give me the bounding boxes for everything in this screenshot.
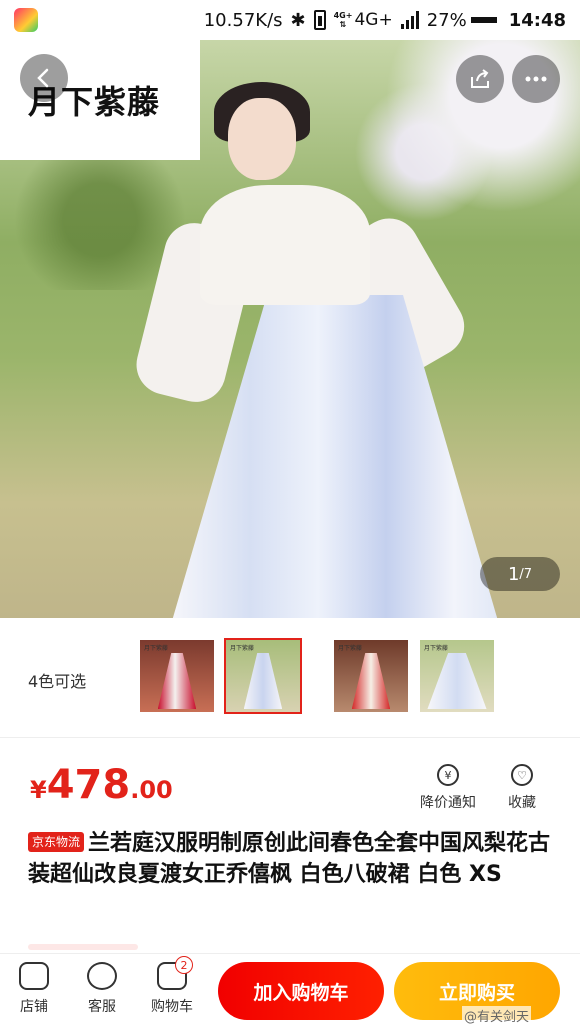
more-dots-icon xyxy=(525,76,547,82)
customer-service-button[interactable]: 客服 xyxy=(72,962,132,1016)
favorite-button[interactable]: ♡ 收藏 xyxy=(508,764,536,812)
model-face-image xyxy=(228,98,296,180)
yen-bell-icon: ¥ xyxy=(437,764,459,786)
price-decimal: .00 xyxy=(130,776,173,804)
cart-button[interactable]: 2 购物车 xyxy=(142,956,202,1016)
product-title-block: 京东物流 兰若庭汉服明制原创此间春色全套中国风梨花古装超仙改良夏渡女正乔僖枫 白色… xyxy=(28,828,558,890)
store-label: 店铺 xyxy=(20,999,48,1015)
promo-strip xyxy=(28,944,138,950)
chevron-left-icon xyxy=(37,68,49,88)
watermark-text: @有关剑天 xyxy=(462,1006,532,1025)
battery-percent: 27% xyxy=(426,9,467,31)
color-count-label: 4色可选 xyxy=(28,672,87,691)
product-title: 兰若庭汉服明制原创此间春色全套中国风梨花古装超仙改良夏渡女正乔僖枫 白色八破裙 … xyxy=(28,831,551,887)
price-row: ¥ 478 .00 ¥ 降价通知 ♡ 收藏 xyxy=(0,740,580,820)
network-tiny-indicator: 4G+ ⇅ xyxy=(333,11,353,29)
price: ¥ 478 .00 xyxy=(30,762,173,808)
dress-top-image xyxy=(200,185,370,305)
cart-label: 购物车 xyxy=(151,999,193,1015)
price-currency: ¥ xyxy=(30,776,47,804)
price-drop-notify-label: 降价通知 xyxy=(420,795,476,811)
network-speed: 10.57K/s xyxy=(203,9,283,31)
battery-icon xyxy=(470,17,497,23)
clock: 14:48 xyxy=(508,9,566,31)
share-button[interactable] xyxy=(456,55,504,103)
color-thumb-red-2[interactable]: 月下紫藤 xyxy=(332,638,410,714)
add-to-cart-button[interactable]: 加入购物车 xyxy=(218,962,384,1020)
app-notification-icon xyxy=(14,8,38,32)
price-integer: 478 xyxy=(46,762,131,808)
back-button[interactable] xyxy=(20,54,68,102)
store-icon xyxy=(19,962,49,990)
heart-icon: ♡ xyxy=(511,764,533,786)
more-button[interactable] xyxy=(512,55,560,103)
share-icon xyxy=(471,69,489,88)
cart-count-badge: 2 xyxy=(175,956,193,974)
favorite-label: 收藏 xyxy=(508,795,536,811)
cart-icon: 2 xyxy=(157,956,193,990)
color-options: 4色可选 月下紫藤 月下紫藤 月下紫藤 月下紫藤 xyxy=(0,618,580,738)
battery-saver-icon xyxy=(313,10,326,30)
network-type: 4G+ xyxy=(354,10,393,30)
jd-logistics-badge: 京东物流 xyxy=(28,832,85,852)
bluetooth-icon: ✱ xyxy=(290,9,306,31)
signal-icon xyxy=(400,11,419,29)
color-thumb-white[interactable]: 月下紫藤 xyxy=(224,638,302,714)
customer-service-label: 客服 xyxy=(88,999,116,1015)
chat-bubble-icon xyxy=(87,962,117,990)
status-bar: 10.57K/s ✱ 4G+ ⇅ 4G+ 27% 14:48 xyxy=(0,0,580,40)
color-thumb-red[interactable]: 月下紫藤 xyxy=(138,638,216,714)
image-counter: 1/7 xyxy=(480,557,560,591)
store-button[interactable]: 店铺 xyxy=(4,962,64,1016)
color-thumb-white-2[interactable]: 月下紫藤 xyxy=(418,638,496,714)
price-drop-notify-button[interactable]: ¥ 降价通知 xyxy=(420,764,476,812)
